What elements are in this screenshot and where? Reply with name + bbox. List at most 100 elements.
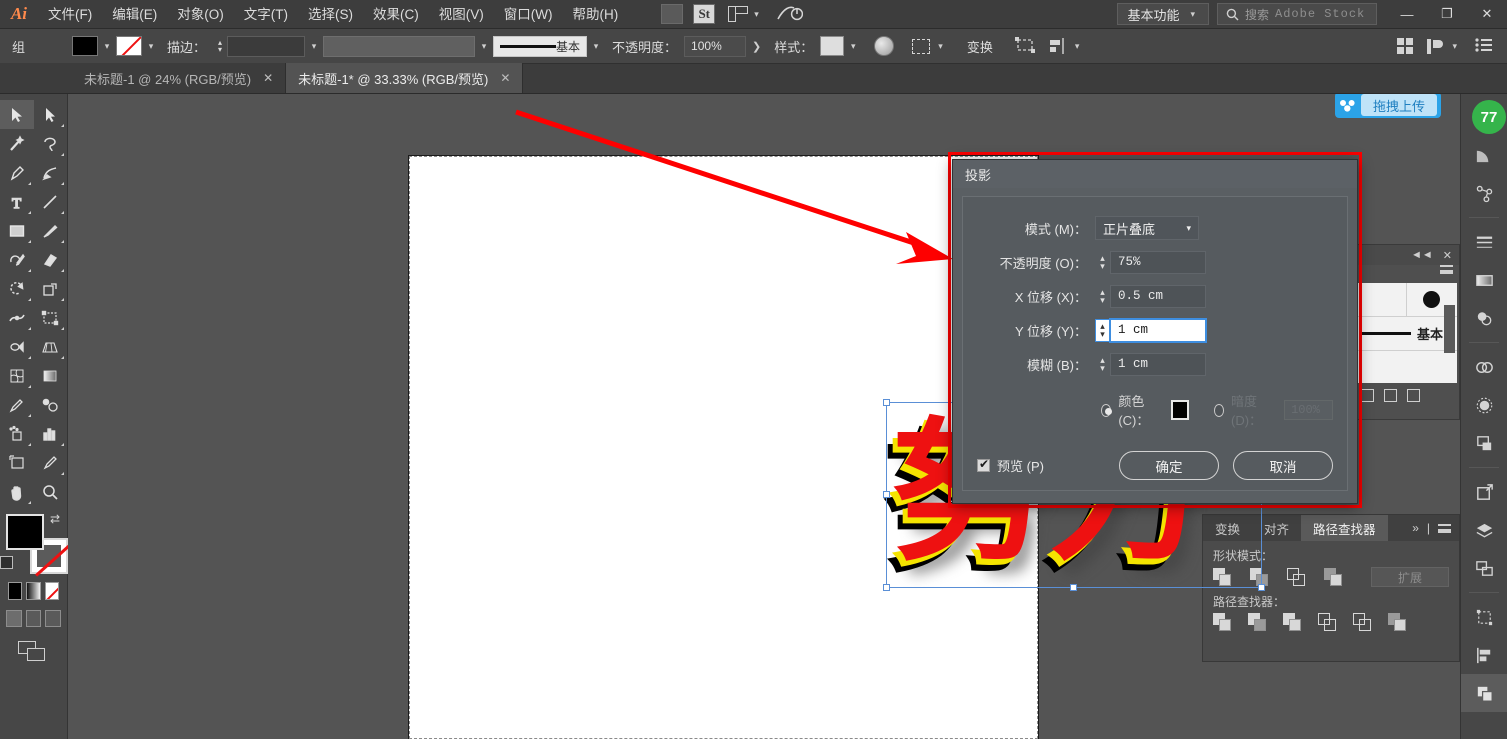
transparency-panel-icon[interactable]: [1461, 299, 1507, 337]
expand-button[interactable]: 扩展: [1371, 567, 1449, 587]
layers-panel-icon[interactable]: [1461, 511, 1507, 549]
zoom-tool[interactable]: [34, 477, 68, 506]
drawing-mode-normal-icon[interactable]: [6, 610, 22, 627]
blend-tool[interactable]: [34, 390, 68, 419]
new-brush-icon[interactable]: [1384, 389, 1397, 402]
stroke-color-swatch[interactable]: [116, 36, 142, 56]
align-options-button[interactable]: ▾: [1043, 38, 1090, 54]
asset-export-panel-icon[interactable]: [1461, 473, 1507, 511]
delete-brush-icon[interactable]: [1407, 389, 1420, 402]
type-tool[interactable]: T: [0, 187, 34, 216]
close-icon[interactable]: ✕: [1443, 249, 1452, 262]
direct-selection-tool[interactable]: [34, 100, 68, 129]
screen-mode-icon[interactable]: [17, 641, 50, 663]
drop-shadow-dialog[interactable]: 投影 模式 (M)： 正片叠底 ▾ 不透明度 (O)： ▴ ▾ 75% X 位移 …: [952, 159, 1358, 504]
fill-swatch[interactable]: [6, 514, 44, 550]
drawing-mode-inside-icon[interactable]: [45, 610, 62, 627]
brushes-list[interactable]: 基本: [1355, 283, 1457, 383]
perspective-grid-tool[interactable]: [34, 332, 68, 361]
shadow-color-swatch[interactable]: [1171, 400, 1190, 420]
fill-color-swatch[interactable]: [72, 36, 98, 56]
tab-pathfinder[interactable]: 路径查找器: [1301, 515, 1388, 541]
brush-row-selected[interactable]: 基本: [1355, 317, 1457, 351]
graphic-style-swatch[interactable]: [820, 36, 845, 56]
brush-row[interactable]: [1355, 283, 1457, 317]
default-fill-stroke-icon[interactable]: [0, 556, 13, 569]
artboard-tool[interactable]: [0, 448, 34, 477]
search-input[interactable]: 搜索 Adobe Stock: [1217, 3, 1377, 25]
libraries-menu-icon[interactable]: [1361, 389, 1374, 402]
magic-wand-tool[interactable]: [0, 129, 34, 158]
rectangle-tool[interactable]: [0, 216, 34, 245]
opacity-input[interactable]: 75%: [1110, 250, 1206, 274]
preview-checkbox[interactable]: [977, 457, 990, 472]
shaper-tool[interactable]: [0, 245, 34, 274]
curvature-tool[interactable]: [34, 158, 68, 187]
crop-icon[interactable]: [1318, 613, 1337, 632]
menu-object[interactable]: 对象(O): [167, 0, 234, 29]
brushes-panel[interactable]: ◄◄ ✕ 基本: [1352, 244, 1460, 420]
free-transform-tool[interactable]: [34, 303, 68, 332]
grid-view-icon[interactable]: [1396, 37, 1414, 55]
gradient-tool[interactable]: [34, 361, 68, 390]
artboard[interactable]: 努力 努力 努力 努力: [409, 156, 1265, 739]
pen-tool[interactable]: [0, 158, 34, 187]
close-icon[interactable]: ✕: [263, 71, 273, 85]
selection-handle[interactable]: [1070, 584, 1077, 591]
appearance-panel-icon[interactable]: [1461, 348, 1507, 386]
column-graph-tool[interactable]: [34, 419, 68, 448]
selection-handle[interactable]: [883, 584, 890, 591]
document-tab-2[interactable]: 未标题-1* @ 33.33% (RGB/预览) ✕: [286, 63, 524, 93]
width-tool[interactable]: [0, 303, 34, 332]
collapse-icon[interactable]: ◄◄: [1411, 249, 1433, 261]
blur-input[interactable]: 1 cm: [1110, 352, 1206, 376]
bridge-icon[interactable]: [661, 4, 684, 24]
brushes-scrollbar[interactable]: [1444, 305, 1455, 353]
chevron-down-icon[interactable]: ▾: [305, 41, 323, 52]
close-button[interactable]: ✕: [1467, 0, 1507, 29]
document-tab-1[interactable]: 未标题-1 @ 24% (RGB/预览) ✕: [72, 63, 287, 93]
align-panel-icon[interactable]: [1461, 636, 1507, 674]
capture-tool-icon[interactable]: [777, 5, 803, 23]
merge-icon[interactable]: [1283, 613, 1302, 632]
symbols-panel-icon[interactable]: [1461, 174, 1507, 212]
darkness-radio[interactable]: [1213, 403, 1225, 417]
hand-tool[interactable]: [0, 477, 34, 506]
divide-icon[interactable]: [1213, 613, 1232, 632]
menu-view[interactable]: 视图(V): [429, 0, 494, 29]
color-panel-icon[interactable]: 77: [1461, 98, 1507, 136]
x-offset-input[interactable]: 0.5 cm: [1110, 284, 1206, 308]
menu-edit[interactable]: 编辑(E): [102, 0, 167, 29]
mode-select[interactable]: 正片叠底 ▾: [1095, 216, 1199, 240]
brush-definition[interactable]: 基本: [493, 35, 588, 57]
x-offset-stepper[interactable]: ▴ ▾: [1095, 288, 1110, 305]
graphic-styles-panel-icon[interactable]: [1461, 386, 1507, 424]
line-segment-tool[interactable]: [34, 187, 68, 216]
exclude-icon[interactable]: [1324, 567, 1343, 587]
chevron-down-icon[interactable]: ▾: [98, 41, 116, 52]
opacity-mask-icon[interactable]: [862, 36, 906, 56]
panel-menu-icon[interactable]: [1438, 523, 1451, 533]
drawing-mode-behind-icon[interactable]: [25, 610, 42, 627]
close-icon[interactable]: ✕: [500, 71, 510, 85]
color-mode-icon[interactable]: [8, 582, 23, 600]
arrange-panel-icon[interactable]: ▾: [1427, 38, 1461, 54]
selection-handle[interactable]: [883, 399, 890, 406]
minimize-button[interactable]: —: [1387, 0, 1427, 29]
scale-tool[interactable]: [34, 274, 68, 303]
paintbrush-tool[interactable]: [34, 216, 68, 245]
lasso-tool[interactable]: [34, 129, 68, 158]
isolate-group-icon[interactable]: [1007, 36, 1043, 56]
variable-width-profile[interactable]: [323, 35, 476, 57]
document-setup-icon[interactable]: [1475, 37, 1493, 55]
selection-handle[interactable]: [883, 491, 890, 498]
selection-tool[interactable]: [0, 100, 34, 129]
workspace-switcher[interactable]: 基本功能 ▾: [1117, 3, 1209, 25]
mesh-tool[interactable]: [0, 361, 34, 390]
minus-back-icon[interactable]: [1388, 613, 1407, 632]
shape-builder-tool[interactable]: [0, 332, 34, 361]
baidu-upload-button[interactable]: 拖拽上传: [1334, 94, 1441, 118]
layers-panel-icon-alt[interactable]: [1461, 424, 1507, 462]
opacity-input[interactable]: 100%: [684, 35, 747, 57]
stroke-weight-input[interactable]: [227, 35, 306, 57]
